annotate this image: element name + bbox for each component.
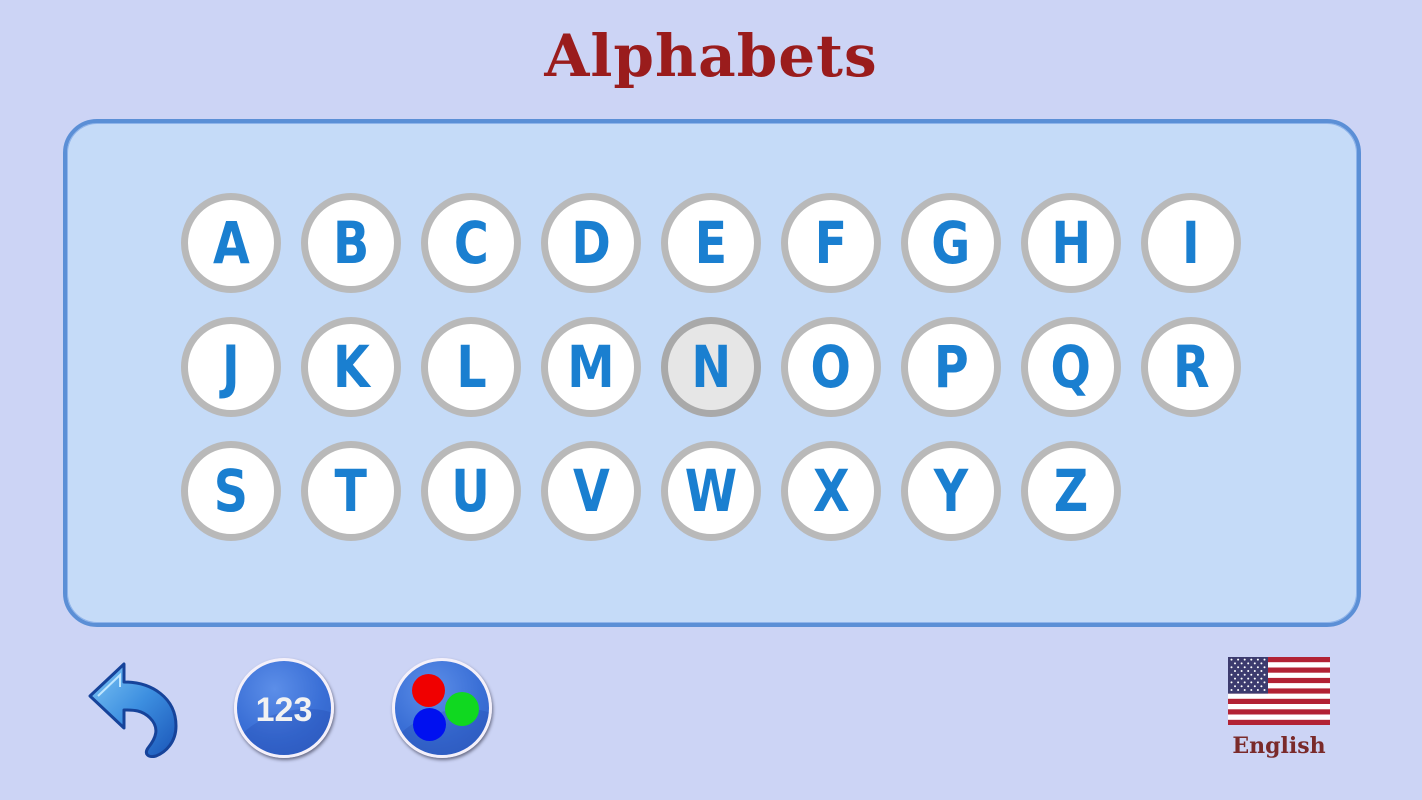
numbers-button[interactable]: 123: [234, 658, 334, 758]
letter-label: S: [213, 457, 249, 525]
letter-button-e[interactable]: E: [661, 193, 761, 293]
letter-label: F: [814, 209, 848, 277]
letter-button-g[interactable]: G: [901, 193, 1001, 293]
letter-button-v[interactable]: V: [541, 441, 641, 541]
letter-button-b[interactable]: B: [301, 193, 401, 293]
letter-label: E: [694, 209, 728, 277]
letter-grid: A B C D E F G H I J K L M N O P Q R S T U V W X Y Z: [181, 193, 1241, 541]
letter-label: N: [691, 333, 731, 401]
letter-button-w[interactable]: W: [661, 441, 761, 541]
letter-label: O: [810, 333, 852, 401]
letter-button-r[interactable]: R: [1141, 317, 1241, 417]
letter-label: M: [567, 333, 615, 401]
letter-label: U: [451, 457, 491, 525]
letter-button-q[interactable]: Q: [1021, 317, 1121, 417]
letter-button-u[interactable]: U: [421, 441, 521, 541]
letter-button-s[interactable]: S: [181, 441, 281, 541]
letter-button-i[interactable]: I: [1141, 193, 1241, 293]
back-button[interactable]: [86, 656, 182, 760]
letter-label: W: [684, 457, 738, 525]
letter-label: R: [1172, 333, 1210, 401]
letter-button-z[interactable]: Z: [1021, 441, 1121, 541]
letter-button-o[interactable]: O: [781, 317, 881, 417]
letter-button-m[interactable]: M: [541, 317, 641, 417]
letter-label: J: [222, 333, 240, 401]
letter-label: V: [572, 457, 610, 525]
letter-label: Y: [933, 457, 969, 525]
letter-button-n[interactable]: N: [661, 317, 761, 417]
letter-label: Q: [1050, 333, 1092, 401]
letter-label: G: [931, 209, 971, 277]
letter-label: P: [933, 333, 969, 401]
letter-button-f[interactable]: F: [781, 193, 881, 293]
letter-label: T: [334, 457, 368, 525]
letter-button-p[interactable]: P: [901, 317, 1001, 417]
letter-button-k[interactable]: K: [301, 317, 401, 417]
letter-button-x[interactable]: X: [781, 441, 881, 541]
numbers-label: 123: [255, 691, 313, 729]
language-label: English: [1232, 733, 1326, 759]
letter-label: H: [1051, 209, 1091, 277]
letter-button-j[interactable]: J: [181, 317, 281, 417]
letter-button-a[interactable]: A: [181, 193, 281, 293]
letter-label: L: [455, 333, 487, 401]
colors-button[interactable]: [392, 658, 492, 758]
letter-button-c[interactable]: C: [421, 193, 521, 293]
letter-label: A: [212, 209, 250, 277]
letter-label: C: [453, 209, 489, 277]
letter-button-t[interactable]: T: [301, 441, 401, 541]
letter-label: K: [332, 333, 370, 401]
letter-label: B: [332, 209, 370, 277]
letter-label: X: [812, 457, 850, 525]
letter-button-d[interactable]: D: [541, 193, 641, 293]
red-dot: [412, 674, 445, 707]
blue-dot: [413, 708, 446, 741]
language-selector[interactable]: English: [1228, 657, 1330, 759]
green-dot: [445, 692, 479, 726]
back-arrow-icon: [88, 662, 178, 758]
page-title: Alphabets: [544, 22, 878, 90]
letter-button-h[interactable]: H: [1021, 193, 1121, 293]
letter-label: D: [571, 209, 611, 277]
us-flag-icon: [1228, 657, 1330, 725]
letter-button-y[interactable]: Y: [901, 441, 1001, 541]
letter-label: Z: [1053, 457, 1089, 525]
letter-label: I: [1182, 209, 1200, 277]
letter-button-l[interactable]: L: [421, 317, 521, 417]
